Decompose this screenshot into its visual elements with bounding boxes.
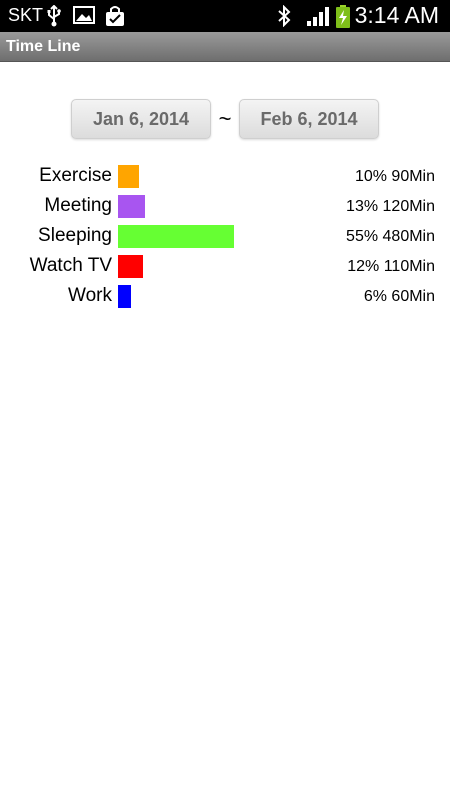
activity-label: Meeting [44, 195, 112, 216]
activity-bar [118, 255, 143, 278]
activity-label: Work [68, 285, 112, 306]
status-bar: SKT 3:14 AM [0, 0, 450, 32]
activity-row-exercise: Exercise 10% 90Min [0, 162, 450, 192]
date-range-separator: ~ [218, 106, 232, 131]
activity-bar [118, 195, 145, 218]
activity-row-watch-tv: Watch TV 12% 110Min [0, 252, 450, 282]
activity-row-sleeping: Sleeping 55% 480Min [0, 222, 450, 252]
activity-stat: 12% 110Min [347, 258, 435, 275]
activity-stat: 10% 90Min [354, 168, 435, 185]
clock: 3:14 AM [354, 2, 439, 28]
start-date-button[interactable]: Jan 6, 2014 [71, 99, 211, 139]
activity-bar [118, 225, 234, 248]
activity-row-meeting: Meeting 13% 120Min [0, 192, 450, 222]
bluetooth-icon [278, 5, 291, 27]
signal-icon [307, 7, 329, 26]
activity-label: Watch TV [29, 255, 112, 276]
title-bar: Time Line [0, 32, 450, 62]
activity-stat: 13% 120Min [346, 198, 435, 215]
activity-label: Exercise [39, 165, 112, 186]
activity-label: Sleeping [38, 225, 112, 246]
page-title: Time Line [6, 38, 81, 55]
end-date-button[interactable]: Feb 6, 2014 [239, 99, 379, 139]
activity-bar [118, 165, 139, 188]
activity-bar [118, 285, 131, 308]
shopping-bag-icon [106, 6, 124, 26]
activity-stat: 6% 60Min [363, 288, 435, 305]
activity-row-work: Work 6% 60Min [0, 282, 450, 312]
carrier-label: SKT [8, 5, 44, 25]
activity-stat: 55% 480Min [346, 228, 435, 245]
battery-charging-icon [336, 5, 350, 28]
usb-icon [47, 5, 61, 27]
image-icon [73, 6, 95, 24]
